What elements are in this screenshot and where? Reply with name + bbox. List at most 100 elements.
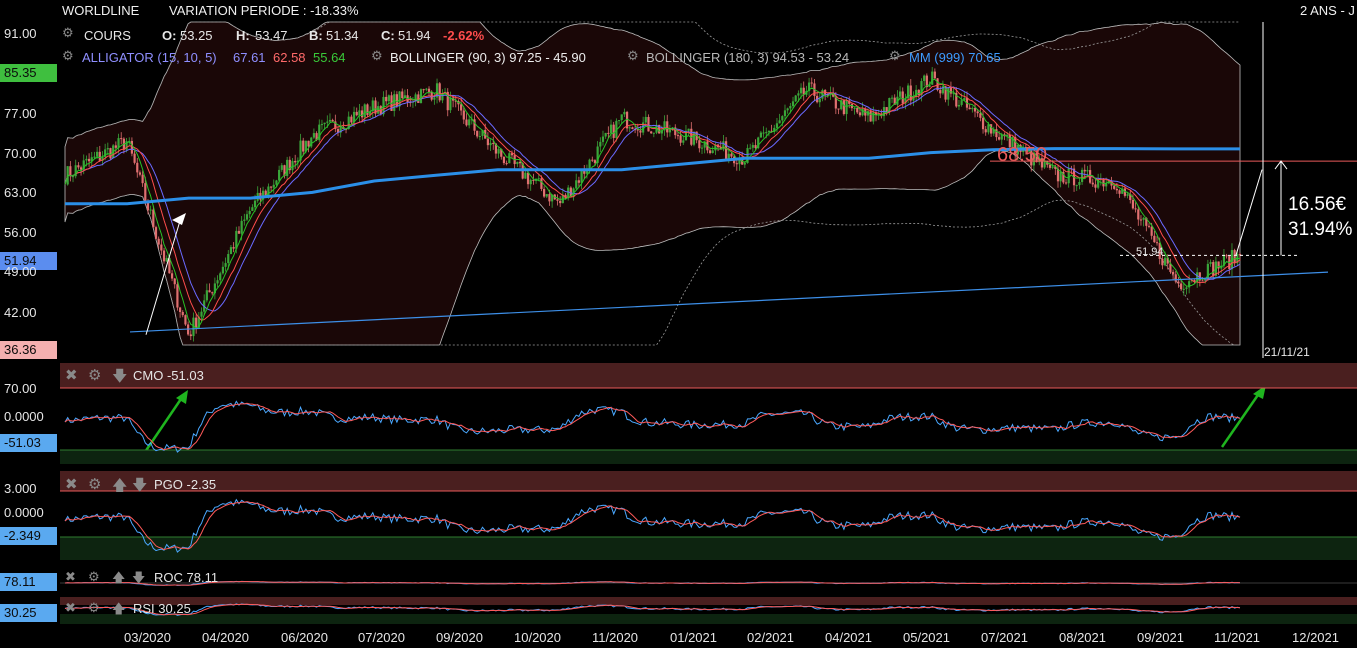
candle-body <box>607 132 610 134</box>
candle-body <box>818 98 821 103</box>
candle-body <box>219 273 222 281</box>
candle-body <box>682 140 685 143</box>
close-icon[interactable]: ✖ <box>65 366 78 384</box>
candle-body <box>248 210 251 215</box>
x-tick: 12/2021 <box>1292 630 1339 645</box>
candle-body <box>237 230 241 234</box>
candle-body <box>93 156 96 158</box>
candle-body <box>1142 217 1145 220</box>
x-tick: 08/2021 <box>1059 630 1106 645</box>
candle-body <box>468 119 471 126</box>
candle-body <box>355 111 358 116</box>
x-tick: 07/2020 <box>358 630 405 645</box>
close-icon[interactable]: ✖ <box>65 475 78 493</box>
price-chart-svg[interactable] <box>0 0 1357 648</box>
candle-body <box>749 147 752 149</box>
cours-label: COURS <box>84 28 131 43</box>
candle-body <box>1182 288 1185 290</box>
candle-body <box>901 91 904 104</box>
candle-body <box>181 312 184 316</box>
gear-icon[interactable]: ⚙ <box>88 475 101 493</box>
candle-body <box>698 140 701 149</box>
candle-body <box>312 133 316 138</box>
candle-body <box>575 180 578 189</box>
candle-body <box>591 159 594 161</box>
candle-body <box>639 130 642 133</box>
candle-body <box>1137 209 1140 220</box>
candle-body <box>652 132 655 134</box>
move-up-icon[interactable]: 🡅 <box>112 475 127 500</box>
candle-body <box>302 140 305 152</box>
candle-body <box>478 136 481 138</box>
candle-body <box>79 167 83 170</box>
gear-icon[interactable]: ⚙ <box>62 25 74 41</box>
candle-body <box>856 107 859 113</box>
candle-body <box>676 135 680 137</box>
candle-body <box>751 145 754 148</box>
close-icon[interactable]: ✖ <box>65 600 76 616</box>
candle-body <box>245 214 249 220</box>
low-label: B: <box>309 28 323 43</box>
bollinger-90-band <box>64 21 1241 346</box>
move-down-icon[interactable]: 🡇 <box>112 366 127 391</box>
candle-body <box>350 116 353 123</box>
candle-body <box>778 120 781 124</box>
gear-icon[interactable]: ⚙ <box>88 600 100 616</box>
low-chip: 36.36 <box>0 341 57 359</box>
candle-body <box>176 284 179 308</box>
candle-body <box>791 101 795 107</box>
candle-body <box>609 124 613 134</box>
candle-body <box>1091 182 1094 185</box>
gear-icon[interactable]: ⚙ <box>627 48 639 64</box>
alligator-lips-value: 55.64 <box>313 50 346 65</box>
cmo-top-tick: 70.00 <box>4 381 37 396</box>
candle-body <box>933 71 936 79</box>
pgo-top-tick: 3.000 <box>4 481 37 496</box>
candle-body <box>981 117 985 130</box>
candle-body <box>869 111 872 122</box>
candle-body <box>735 163 738 165</box>
candle-body <box>385 96 388 102</box>
candle-body <box>149 209 152 211</box>
candle-body <box>604 132 607 137</box>
close-value: 51.94 <box>398 28 431 43</box>
candle-body <box>87 158 91 162</box>
candle-body <box>939 90 942 94</box>
gear-icon[interactable]: ⚙ <box>889 48 901 64</box>
candle-body <box>647 116 650 132</box>
candle-body <box>1171 271 1175 275</box>
move-value-label: 16.56€ <box>1288 194 1347 215</box>
candle-body <box>144 183 147 202</box>
gear-icon[interactable]: ⚙ <box>62 48 74 64</box>
candle-body <box>133 153 136 163</box>
open-label: O: <box>162 28 177 43</box>
candle-body <box>949 87 953 94</box>
gear-icon[interactable]: ⚙ <box>88 366 101 384</box>
period-selector[interactable]: 2 ANS - J <box>1300 3 1355 18</box>
gear-icon[interactable]: ⚙ <box>371 48 383 64</box>
close-icon[interactable]: ✖ <box>65 569 76 585</box>
candle-body <box>845 100 848 115</box>
gear-icon[interactable]: ⚙ <box>88 569 100 585</box>
candle-body <box>797 93 800 96</box>
candle-body <box>224 263 227 267</box>
price-tick: 42.00 <box>4 305 37 320</box>
candle-body <box>794 95 797 102</box>
candle-body <box>328 119 332 122</box>
move-up-icon[interactable]: 🡅 <box>112 600 125 622</box>
x-tick: 01/2021 <box>670 630 717 645</box>
candle-body <box>917 89 920 95</box>
candle-body <box>628 127 631 129</box>
candle-body <box>269 186 273 188</box>
candle-body <box>205 290 208 301</box>
cmo-label: CMO -51.03 <box>133 368 204 383</box>
candle-body <box>631 127 634 130</box>
move-down-icon[interactable]: 🡇 <box>132 475 147 500</box>
candle-body <box>722 141 725 150</box>
move-up-icon[interactable]: 🡅 <box>112 569 125 591</box>
candle-body <box>679 135 682 143</box>
candle-body <box>195 317 198 328</box>
move-down-icon[interactable]: 🡇 <box>132 569 145 591</box>
bollinger-180-label: BOLLINGER (180, 3) 94.53 - 53.24 <box>646 50 850 65</box>
candle-body <box>243 219 246 221</box>
